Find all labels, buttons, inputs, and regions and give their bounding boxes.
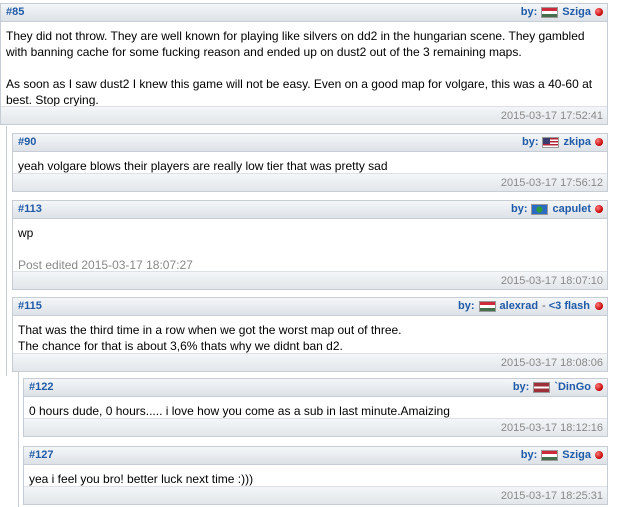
post-author: by: Sziga	[521, 449, 603, 461]
comment-post: #85 by: Sziga They did not throw. They a…	[0, 3, 608, 125]
post-footer: 2015-03-17 17:56:12	[13, 173, 607, 191]
username-link[interactable]: capulet	[552, 203, 591, 215]
post-text: As soon as I saw dust2 I knew this game …	[6, 77, 593, 107]
offline-status-icon	[595, 383, 603, 391]
hungary-flag-icon	[478, 300, 496, 312]
by-label: by:	[512, 381, 530, 393]
post-number-link[interactable]: #85	[6, 6, 24, 18]
post-text: yea i feel you bro! better luck next tim…	[29, 472, 254, 486]
by-label: by:	[458, 300, 475, 312]
post-footer: 2015-03-17 18:08:06	[13, 353, 607, 371]
comment-post: #113 by: capulet wp Post edited 2015-03-…	[12, 200, 608, 290]
post-timestamp: 2015-03-17 17:56:12	[500, 177, 603, 189]
post-number-link[interactable]: #122	[29, 381, 53, 393]
username-link[interactable]: Sziga	[562, 6, 591, 18]
by-label: by:	[520, 449, 538, 461]
username-link[interactable]: Sziga	[562, 449, 591, 461]
post-number-link[interactable]: #113	[18, 203, 42, 215]
post-text: 0 hours dude, 0 hours..... i love how yo…	[29, 404, 450, 418]
comment-post: #115 by: alexrad - <3 flash That was the…	[12, 297, 608, 372]
post-footer: 2015-03-17 17:52:41	[1, 106, 607, 124]
post-author: by: `DinGo	[513, 381, 603, 393]
post-footer: 2015-03-17 18:12:16	[24, 418, 607, 436]
comment-post: #127 by: Sziga yea i feel you bro! bette…	[23, 446, 608, 505]
post-header: #90 by: zkipa	[13, 134, 607, 152]
post-author: by: alexrad - <3 flash	[458, 300, 603, 312]
username-link[interactable]: `DinGo	[554, 381, 591, 393]
offline-status-icon	[595, 205, 603, 213]
offline-status-icon	[595, 138, 603, 146]
post-text: yeah volgare blows their players are rea…	[18, 159, 388, 173]
offline-status-icon	[595, 302, 603, 310]
post-timestamp: 2015-03-17 18:12:16	[500, 422, 603, 434]
post-body: wp Post edited 2015-03-17 18:07:27	[13, 219, 607, 273]
post-timestamp: 2015-03-17 18:25:31	[500, 490, 603, 502]
post-number-link[interactable]: #115	[18, 300, 42, 312]
post-timestamp: 2015-03-17 17:52:41	[500, 110, 603, 122]
post-number-link[interactable]: #90	[18, 136, 36, 148]
post-footer: 2015-03-17 18:07:10	[13, 271, 607, 289]
offline-status-icon	[595, 8, 603, 16]
post-timestamp: 2015-03-17 18:07:10	[500, 275, 603, 287]
post-body: That was the third time in a row when we…	[13, 316, 607, 354]
post-footer: 2015-03-17 18:25:31	[24, 486, 607, 504]
post-body: yeah volgare blows their players are rea…	[13, 152, 607, 174]
user-tag: <3 flash	[548, 300, 590, 312]
username-link[interactable]: zkipa	[563, 136, 591, 148]
post-header: #113 by: capulet	[13, 201, 607, 219]
post-header: #115 by: alexrad - <3 flash	[13, 298, 607, 316]
user-tag-separator: -	[542, 300, 546, 312]
by-label: by:	[521, 136, 539, 148]
post-body: yea i feel you bro! better luck next tim…	[24, 465, 607, 487]
comment-thread: #85 by: Sziga They did not throw. They a…	[0, 0, 618, 507]
comment-post: #90 by: zkipa yeah volgare blows their p…	[12, 133, 608, 192]
post-author: by: zkipa	[522, 136, 603, 148]
comment-post: #122 by: `DinGo 0 hours dude, 0 hours...…	[23, 378, 608, 437]
by-label: by:	[520, 6, 538, 18]
post-body: They did not throw. They are well known …	[1, 22, 607, 108]
post-text: That was the third time in a row when we…	[18, 323, 402, 353]
username-link[interactable]: alexrad	[500, 300, 539, 312]
post-author: by: Sziga	[521, 6, 603, 18]
offline-status-icon	[595, 451, 603, 459]
hungary-flag-icon	[541, 6, 559, 18]
post-header: #127 by: Sziga	[24, 447, 607, 465]
post-number-link[interactable]: #127	[29, 449, 53, 461]
post-text: They did not throw. They are well known …	[6, 29, 585, 59]
post-text: wp	[18, 226, 34, 240]
usa-flag-icon	[542, 136, 560, 148]
hungary-flag-icon	[541, 449, 559, 461]
by-label: by:	[510, 203, 528, 215]
post-author: by: capulet	[511, 203, 603, 215]
post-header: #122 by: `DinGo	[24, 379, 607, 397]
post-body: 0 hours dude, 0 hours..... i love how yo…	[24, 397, 607, 419]
post-header: #85 by: Sziga	[1, 4, 607, 22]
latvia-flag-icon	[533, 381, 551, 393]
thread-indent-line	[6, 126, 7, 376]
post-timestamp: 2015-03-17 18:08:06	[500, 357, 603, 369]
world-flag-icon	[531, 203, 549, 215]
